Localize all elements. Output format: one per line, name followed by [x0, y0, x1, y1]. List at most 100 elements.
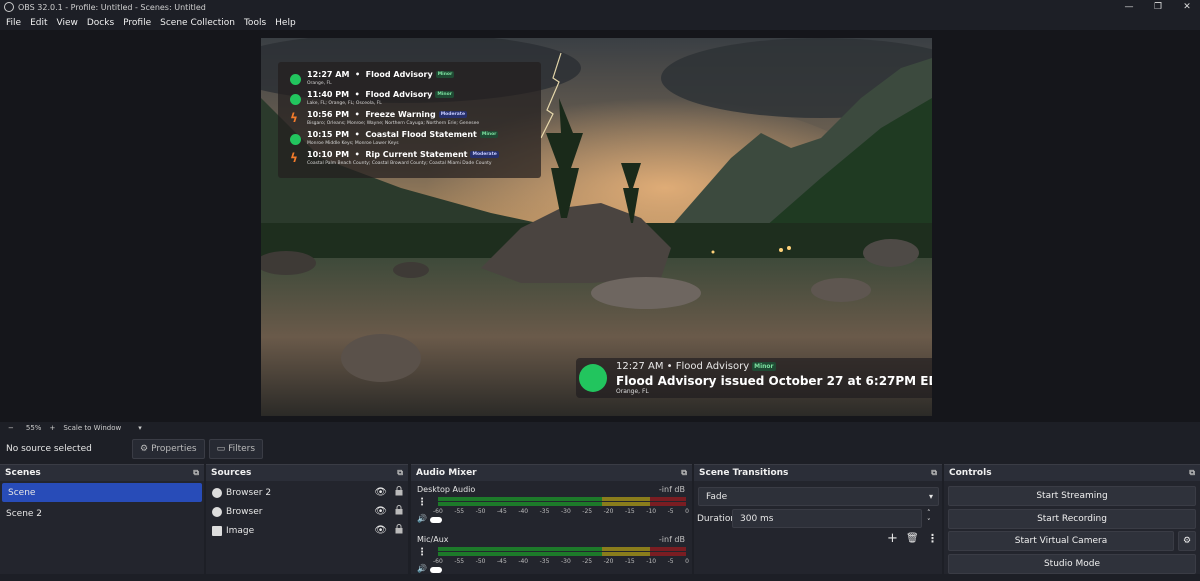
image-icon [212, 525, 222, 536]
menu-help[interactable]: Help [275, 18, 296, 28]
green-dot-icon [290, 134, 301, 145]
source-item[interactable]: Browser 2 👁 [206, 483, 408, 502]
properties-label: Properties [151, 444, 197, 454]
menu-docks[interactable]: Docks [87, 18, 114, 28]
start-recording-button[interactable]: Start Recording [948, 509, 1196, 529]
trash-icon[interactable]: 🗑 [906, 533, 919, 544]
start-virtual-camera-button[interactable]: Start Virtual Camera [948, 531, 1174, 551]
eye-icon[interactable]: 👁 [374, 487, 387, 498]
eye-icon[interactable]: 👁 [374, 506, 387, 517]
duration-spinbox[interactable]: 300 ms [732, 509, 922, 528]
menu-edit[interactable]: Edit [30, 18, 47, 28]
undock-icon[interactable]: ⧉ [1189, 468, 1195, 478]
alert-item: 10:15 PM • Coastal Flood Statement Minor … [287, 130, 537, 150]
title-bar: OBS 32.0.1 - Profile: Untitled - Scenes:… [0, 0, 1200, 14]
virtual-camera-settings-button[interactable]: ⚙ [1178, 531, 1196, 551]
scenes-title: Scenes [5, 468, 41, 478]
gear-icon: ⚙ [1182, 536, 1192, 546]
menu-profile[interactable]: Profile [123, 18, 151, 28]
channel-level: -inf dB [658, 485, 685, 494]
kebab-menu-icon[interactable]: ⋮ [927, 532, 938, 545]
undock-icon[interactable]: ⧉ [193, 468, 199, 478]
channel-name: Desktop Audio [417, 485, 476, 494]
alert-title: Freeze Warning [365, 110, 436, 119]
menu-tools[interactable]: Tools [244, 18, 266, 28]
ticker-time: 12:27 AM [616, 361, 664, 372]
bolt-icon: ϟ [290, 111, 298, 125]
source-status: No source selected [6, 444, 92, 454]
duration-label: Duration [697, 514, 737, 524]
severity-badge: Moderate [438, 111, 468, 118]
speaker-icon[interactable]: 🔊 [417, 564, 427, 573]
duration-value: 300 ms [740, 513, 774, 524]
alert-time: 10:10 PM [307, 150, 350, 159]
chevron-down-icon: ▾ [928, 492, 933, 501]
browser-icon [212, 487, 222, 498]
controls-title: Controls [949, 468, 992, 478]
green-dot-icon [290, 74, 301, 85]
alert-areas: Monroe Middle Keys; Monroe Lower Keys [307, 141, 399, 146]
alert-areas: Lake, FL; Orange, FL; Osceola, FL [307, 101, 382, 106]
source-label: Browser 2 [226, 487, 272, 498]
ticker-area: Orange, FL [616, 388, 649, 395]
filters-button[interactable]: ▭ Filters [208, 439, 264, 459]
scene-label: Scene [8, 487, 36, 498]
volume-meter [438, 547, 686, 557]
alert-item: ϟ 10:10 PM • Rip Current Statement Modera… [290, 150, 499, 166]
severity-badge: Minor [479, 131, 499, 138]
lock-icon[interactable] [395, 505, 403, 515]
speaker-icon[interactable]: 🔊 [417, 514, 427, 523]
volume-meter [438, 497, 686, 507]
ticker-headline: Flood Advisory issued October 27 at 6:27… [616, 374, 932, 388]
menu-file[interactable]: File [6, 18, 21, 28]
scene-transitions-dock: Scene Transitions ⧉ Fade ▾ Duration 300 m… [694, 464, 942, 574]
spin-arrows-icon[interactable]: ˄ ˅ [927, 509, 931, 527]
program-canvas[interactable]: 12:27 AM • Flood Advisory Minor Orange, F… [261, 38, 932, 416]
menu-view[interactable]: View [57, 18, 78, 28]
lock-icon[interactable] [395, 486, 403, 496]
alert-areas: Bisgaro; Orleans; Monroe; Wayne; Norther… [307, 121, 480, 126]
preview-area[interactable]: 12:27 AM • Flood Advisory Minor Orange, F… [0, 30, 1200, 422]
lock-icon[interactable] [395, 524, 403, 534]
alert-areas: Orange, FL [307, 81, 332, 86]
add-icon[interactable]: + [887, 531, 898, 546]
undock-icon[interactable]: ⧉ [681, 468, 687, 478]
sources-title: Sources [211, 468, 252, 478]
scene-item[interactable]: Scene [2, 483, 202, 502]
zoom-out-button[interactable]: − [8, 424, 14, 432]
kebab-menu-icon[interactable]: ⋮ [417, 497, 427, 508]
scene-label: Scene 2 [6, 508, 43, 519]
gear-icon: ⚙ [140, 444, 149, 454]
volume-slider[interactable] [430, 567, 442, 573]
zoom-bar: − 55% + Scale to Window ▾ [0, 422, 1200, 434]
ticker-separator: • [666, 361, 673, 372]
scene-item[interactable]: Scene 2 [0, 504, 204, 523]
close-icon[interactable]: ✕ [1170, 0, 1200, 14]
transition-value: Fade [706, 491, 728, 502]
zoom-in-button[interactable]: + [49, 424, 55, 432]
undock-icon[interactable]: ⧉ [397, 468, 403, 478]
source-item[interactable]: Image 👁 [206, 521, 408, 540]
studio-mode-button[interactable]: Studio Mode [948, 554, 1196, 574]
properties-button[interactable]: ⚙ Properties [132, 439, 205, 459]
transition-select[interactable]: Fade ▾ [698, 487, 939, 506]
bolt-icon: ϟ [290, 151, 298, 165]
controls-dock: Controls ⧉ Start Streaming Start Recordin… [944, 464, 1200, 574]
volume-slider[interactable] [430, 517, 442, 523]
kebab-menu-icon[interactable]: ⋮ [417, 547, 427, 558]
start-streaming-button[interactable]: Start Streaming [948, 486, 1196, 506]
alert-time: 10:15 PM [307, 130, 350, 139]
undock-icon[interactable]: ⧉ [931, 468, 937, 478]
source-label: Browser [226, 506, 263, 517]
source-item[interactable]: Browser 👁 [206, 502, 408, 521]
menu-scene-collection[interactable]: Scene Collection [160, 18, 235, 28]
zoom-mode[interactable]: Scale to Window [63, 424, 121, 432]
ticker-title: Flood Advisory [675, 361, 750, 372]
audio-mixer-dock: Audio Mixer ⧉ Desktop Audio -inf dB ⋮ -60… [411, 464, 692, 574]
chevron-down-icon[interactable]: ▾ [138, 424, 142, 432]
alert-item: ϟ 10:56 PM • Freeze Warning Moderate Bisg… [290, 110, 480, 126]
transitions-title: Scene Transitions [699, 468, 789, 478]
eye-icon[interactable]: 👁 [374, 525, 387, 536]
alert-ticker: 12:27 AM • Flood Advisory Minor Flood Adv… [576, 358, 932, 398]
source-label: Image [226, 525, 255, 536]
